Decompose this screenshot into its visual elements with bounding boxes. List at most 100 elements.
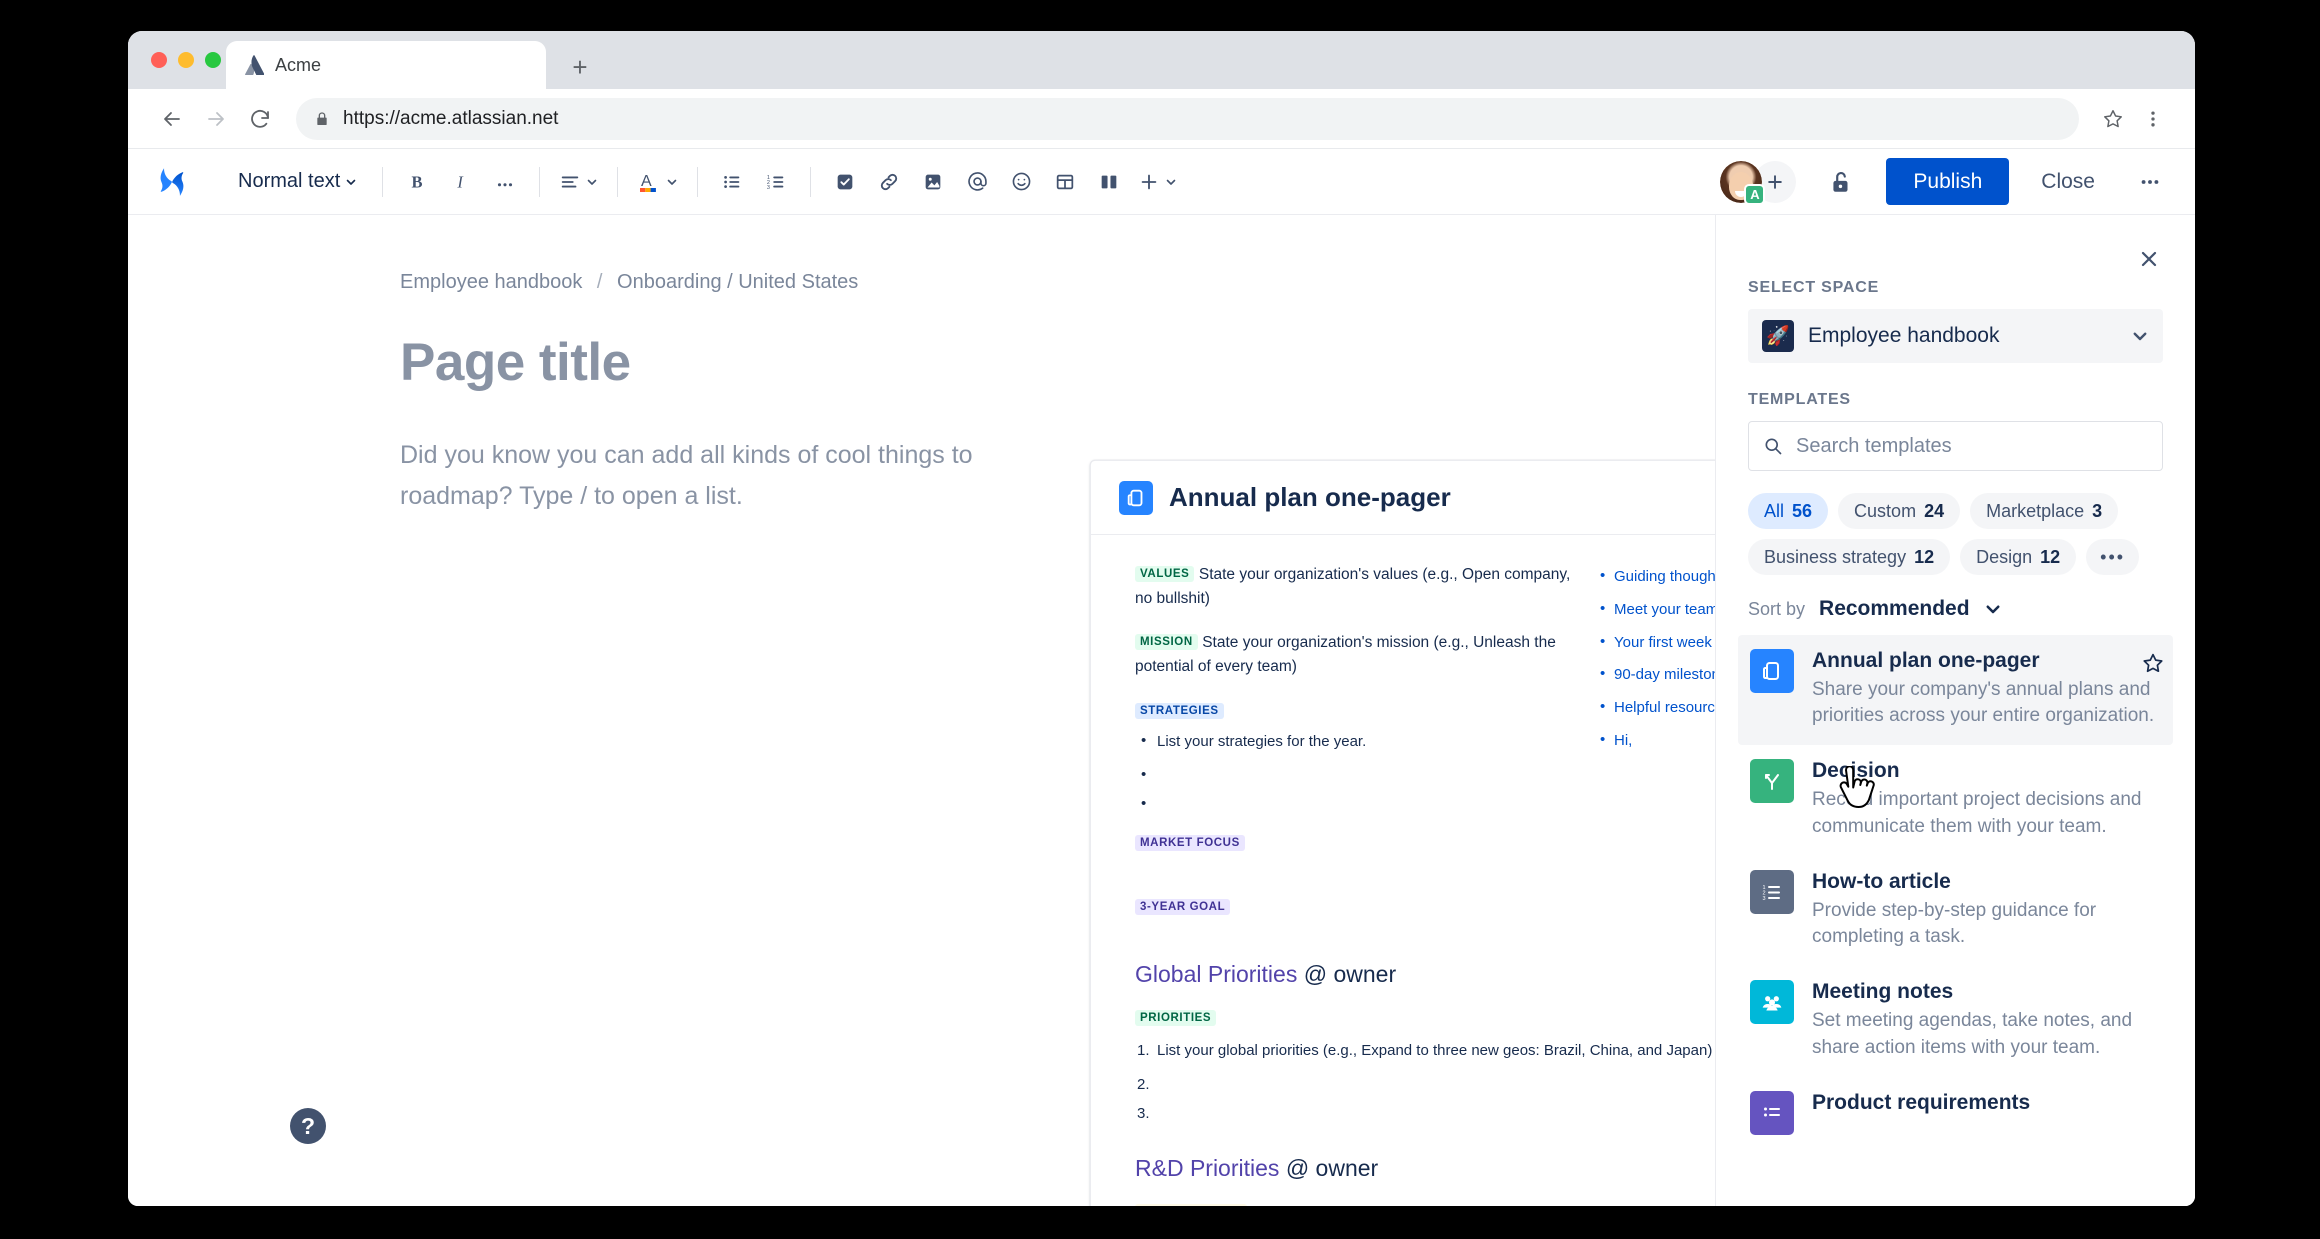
avatar[interactable]: A [1720, 160, 1766, 205]
restrictions-lock-icon[interactable] [1818, 159, 1864, 205]
task-list-button[interactable] [824, 161, 866, 203]
back-button[interactable] [150, 97, 194, 141]
editor-body: Employee handbook / Onboarding / United … [128, 215, 2195, 1206]
url-input[interactable]: https://acme.atlassian.net [296, 97, 2079, 140]
maximize-window-button[interactable] [205, 52, 221, 68]
template-list: Annual plan one-pager Share your company… [1738, 635, 2173, 1151]
sort-by-label: Sort by [1748, 598, 1806, 619]
publish-button[interactable]: Publish [1886, 158, 2010, 205]
browser-tab-title: Acme [275, 54, 322, 75]
chip-label: Business strategy [1764, 546, 1907, 567]
breadcrumb-item-page[interactable]: Onboarding / United States [617, 271, 858, 293]
template-item-meeting-notes[interactable]: Meeting notes Set meeting agendas, take … [1738, 966, 2173, 1076]
chevron-down-icon [1986, 605, 2000, 614]
insert-more-button[interactable] [1132, 161, 1183, 203]
browser-address-bar: https://acme.atlassian.net [128, 89, 2195, 149]
template-item-decision[interactable]: Decision Record important project decisi… [1738, 745, 2173, 855]
bookmark-star-icon[interactable] [2093, 99, 2133, 139]
svg-text:3: 3 [767, 184, 770, 190]
filter-chip-custom[interactable]: Custom 24 [1838, 493, 1961, 529]
strategies-lozenge: STRATEGIES [1135, 703, 1224, 720]
toolbar-divider [617, 166, 619, 197]
search-placeholder: Search templates [1796, 434, 1952, 457]
search-templates-input[interactable]: Search templates [1748, 421, 2163, 471]
template-preview-title: Annual plan one-pager [1169, 482, 1451, 512]
filter-chip-all[interactable]: All 56 [1748, 493, 1829, 529]
breadcrumb-item-space[interactable]: Employee handbook [400, 271, 582, 293]
chip-label: Design [1976, 546, 2033, 567]
layout-button[interactable] [1088, 161, 1130, 203]
filter-chip-business-strategy[interactable]: Business strategy 12 [1748, 539, 1951, 575]
svg-text:3: 3 [1763, 896, 1766, 902]
space-select[interactable]: 🚀 Employee handbook [1748, 309, 2163, 363]
help-button[interactable]: ? [290, 1108, 326, 1144]
link-button[interactable] [868, 161, 910, 203]
atlassian-favicon-icon [244, 55, 264, 75]
atlassian-logo-icon[interactable] [150, 160, 194, 204]
mention-button[interactable] [956, 161, 998, 203]
emoji-button[interactable] [1000, 161, 1042, 203]
new-tab-button[interactable]: + [566, 53, 594, 81]
bold-button[interactable]: B [396, 161, 438, 203]
sort-control[interactable]: Sort by Recommended [1748, 597, 2163, 621]
text-color-button[interactable]: A [631, 161, 684, 203]
template-name: Decision [1812, 759, 1900, 783]
browser-tab-strip: Acme + [128, 31, 2195, 89]
chevron-down-icon [2133, 332, 2147, 341]
editor-actions: A Publish Close [1720, 158, 2173, 205]
numbered-list-button[interactable]: 123 [755, 161, 797, 203]
close-editor-button[interactable]: Close [2019, 158, 2117, 205]
screen-root: Acme + https://acme.atlassian.net Normal… [0, 0, 2320, 1239]
reload-button[interactable] [238, 97, 282, 141]
editor-toolbar: Normal text B I A 1 2 3 A Publish Close [128, 149, 2195, 215]
browser-tab[interactable]: Acme [226, 41, 546, 89]
sort-by-value: Recommended [1819, 597, 1970, 620]
filter-chip-marketplace[interactable]: Marketplace 3 [1970, 493, 2119, 529]
lock-secure-icon [314, 111, 330, 127]
toolbar-divider [382, 166, 384, 197]
global-priorities-heading-text: Global Priorities [1135, 960, 1298, 987]
presence-badge: A [1744, 183, 1766, 205]
table-button[interactable] [1044, 161, 1086, 203]
url-text: https://acme.atlassian.net [343, 107, 559, 129]
values-block: VALUES State your organization's values … [1135, 563, 1571, 611]
chevron-down-icon [1166, 179, 1176, 185]
template-browser-panel: SELECT SPACE 🚀 Employee handbook TEMPLAT… [1715, 215, 2195, 1206]
svg-text:B: B [412, 172, 423, 191]
forward-button[interactable] [194, 97, 238, 141]
svg-text:A: A [641, 173, 652, 190]
filter-chip-overflow[interactable]: ••• [2086, 539, 2140, 575]
chip-label: Custom [1854, 500, 1917, 521]
meeting-notes-template-icon [1750, 980, 1794, 1025]
rnd-priorities-owner: @ owner [1285, 1154, 1379, 1181]
decision-template-icon [1750, 759, 1794, 804]
more-formatting-button[interactable] [484, 161, 526, 203]
market-focus-block: MARKET FOCUS [1135, 834, 1571, 853]
window-traffic-lights [151, 52, 221, 68]
product-requirements-template-icon [1750, 1090, 1794, 1135]
italic-button[interactable]: I [440, 161, 482, 203]
template-item-how-to-article[interactable]: 123 How-to article Provide step-by-step … [1738, 856, 2173, 966]
close-panel-icon[interactable] [2131, 241, 2167, 277]
template-description: Set meeting agendas, take notes, and sha… [1812, 1010, 2133, 1058]
bullet-list-button[interactable] [711, 161, 753, 203]
how-to-article-template-icon: 123 [1750, 869, 1794, 914]
template-item-annual-plan[interactable]: Annual plan one-pager Share your company… [1738, 635, 2173, 746]
more-actions-icon[interactable] [2127, 159, 2173, 205]
page-body-placeholder[interactable]: Did you know you can add all kinds of co… [400, 435, 1040, 516]
filter-chip-design[interactable]: Design 12 [1960, 539, 2077, 575]
text-style-select[interactable]: Normal text [226, 161, 369, 203]
chip-count: 3 [2092, 500, 2103, 521]
favorite-star-icon[interactable] [2141, 651, 2165, 675]
page-title[interactable]: Page title [400, 332, 1715, 393]
template-item-product-requirements[interactable]: Product requirements [1738, 1077, 2173, 1151]
close-window-button[interactable] [151, 52, 167, 68]
browser-menu-icon[interactable] [2133, 99, 2173, 139]
minimize-window-button[interactable] [178, 52, 194, 68]
template-name: How-to article [1812, 869, 1951, 893]
image-button[interactable] [912, 161, 954, 203]
list-item: List your strategies for the year. [1135, 730, 1571, 753]
text-align-button[interactable] [553, 161, 604, 203]
chip-count: 24 [1924, 500, 1945, 521]
text-style-label: Normal text [238, 170, 341, 192]
